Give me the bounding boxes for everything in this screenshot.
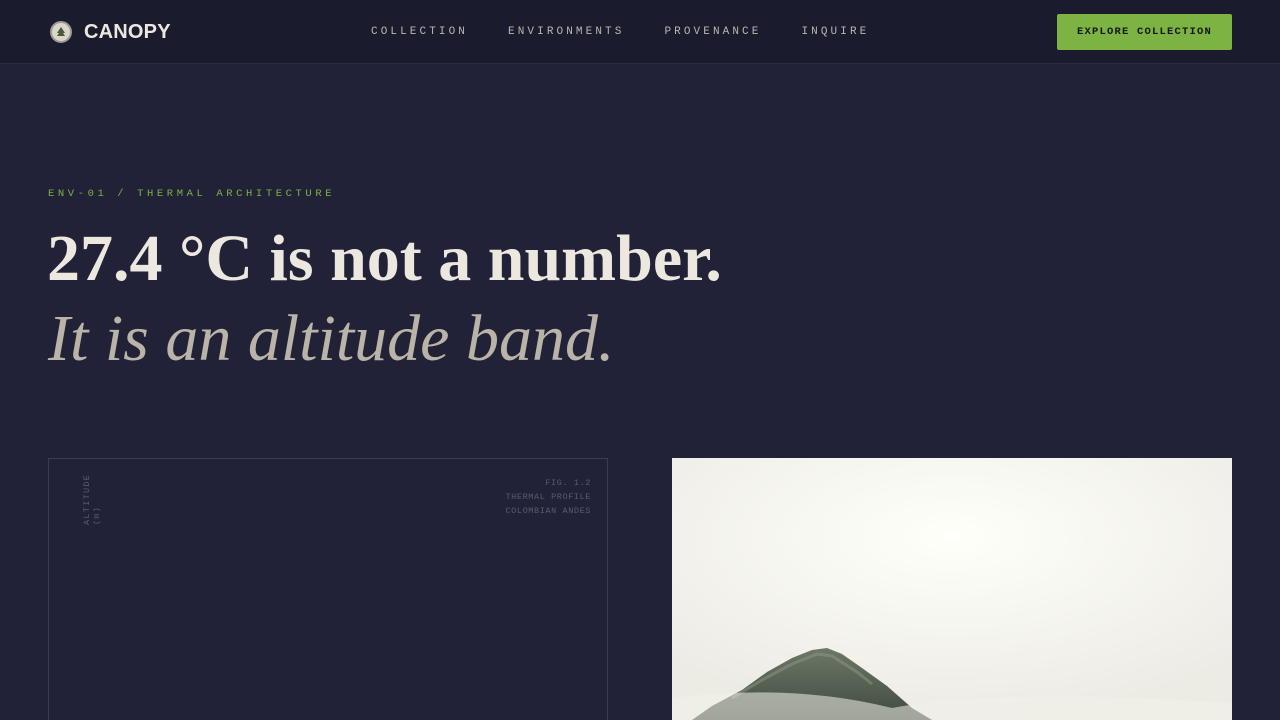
figure-number: FIG. 1.2 [545, 478, 591, 488]
hero-subline: It is an altitude band. [48, 302, 615, 375]
figure-location: COLOMBIAN ANDES [505, 506, 591, 516]
explore-collection-button[interactable]: EXPLORE COLLECTION [1057, 14, 1232, 50]
thermal-profile-figure: ALTITUDE (m) FIG. 1.2 THERMAL PROFILE CO… [48, 458, 608, 720]
mountain-photo [672, 458, 1232, 720]
brand-name: CANOPY [84, 20, 171, 43]
y-axis-label: ALTITUDE (m) [82, 473, 102, 525]
hero-headline: 27.4 °C is not a number. [47, 222, 722, 295]
nav-collection[interactable]: COLLECTION [371, 26, 468, 38]
leaf-seal-icon [50, 21, 72, 43]
nav-provenance[interactable]: PROVENANCE [664, 26, 761, 38]
main-nav: COLLECTION ENVIRONMENTS PROVENANCE INQUI… [371, 26, 869, 38]
figure-caption: FIG. 1.2 THERMAL PROFILE COLOMBIAN ANDES [505, 476, 591, 518]
figure-title: THERMAL PROFILE [505, 492, 591, 502]
misty-mountain-image [672, 458, 1232, 720]
site-header: CANOPY COLLECTION ENVIRONMENTS PROVENANC… [0, 0, 1280, 64]
nav-environments[interactable]: ENVIRONMENTS [508, 26, 624, 38]
section-eyebrow: ENV-01 / THERMAL ARCHITECTURE [48, 188, 336, 200]
brand-logo[interactable]: CANOPY [50, 19, 171, 45]
nav-inquire[interactable]: INQUIRE [801, 26, 869, 38]
